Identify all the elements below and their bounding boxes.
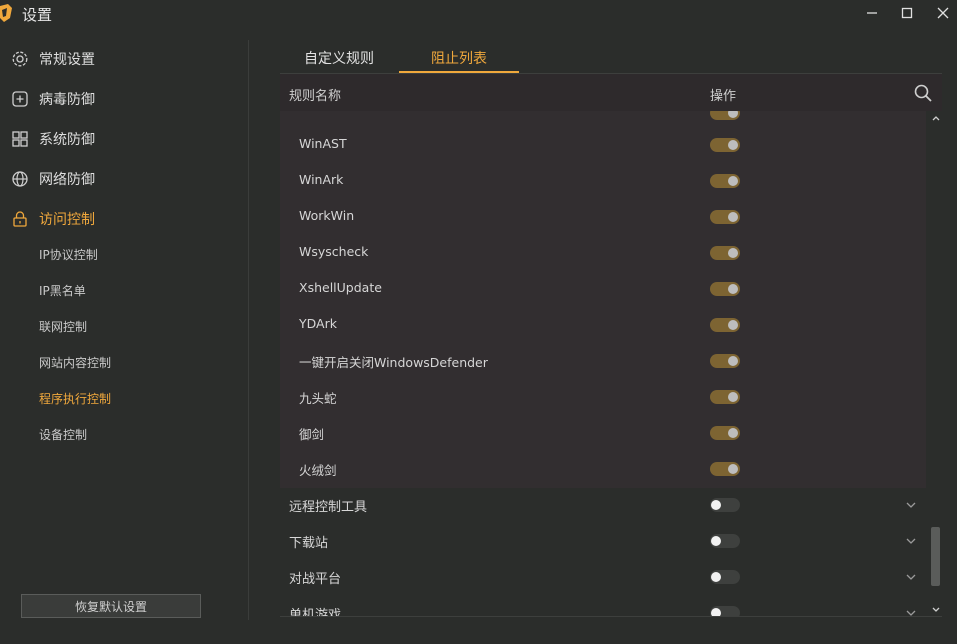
close-icon: [937, 7, 949, 19]
sidebar: 常规设置 病毒防御 系统防御 网络防御 访问控制 IP协议控制 IP黑名单 联网…: [0, 38, 248, 644]
category-toggle[interactable]: [710, 570, 740, 584]
sidebar-item-label: 网络防御: [39, 172, 95, 188]
rule-toggle[interactable]: [710, 111, 740, 120]
rule-toggle[interactable]: [710, 426, 740, 440]
sidebar-item-label: 系统防御: [39, 132, 95, 148]
table-row: 一键开启关闭WindowsDefender: [280, 343, 926, 379]
category-name: 下载站: [289, 536, 329, 551]
maximize-icon: [901, 7, 913, 19]
rule-toggle[interactable]: [710, 462, 740, 476]
column-header-action: 操作: [710, 89, 737, 104]
category-toggle[interactable]: [710, 498, 740, 512]
plus-box-icon: [10, 89, 30, 109]
rule-name: 九头蛇: [299, 391, 337, 406]
title-bar: 设置: [0, 0, 957, 30]
rule-toggle[interactable]: [710, 246, 740, 260]
rule-toggle[interactable]: [710, 138, 740, 152]
rule-name: WorkWin: [299, 208, 355, 223]
list-bottom-border: [280, 616, 942, 617]
active-tab-indicator: [399, 71, 519, 73]
sidebar-item-general[interactable]: 常规设置: [10, 48, 230, 70]
column-header-rule-name: 规则名称: [289, 89, 342, 104]
tab-custom-rules[interactable]: 自定义规则: [304, 48, 374, 68]
scroll-up-icon[interactable]: [930, 112, 942, 124]
rule-name: WinArk: [299, 172, 344, 187]
rule-name: YDArk: [299, 316, 337, 331]
category-row[interactable]: 远程控制工具: [280, 487, 926, 523]
sidebar-item-network-defense[interactable]: 网络防御: [10, 168, 230, 190]
category-name: 远程控制工具: [289, 500, 368, 515]
table-row: XshellUpdate: [280, 271, 926, 307]
category-row[interactable]: 下载站: [280, 523, 926, 559]
category-row[interactable]: 对战平台: [280, 559, 926, 595]
sidebar-subitem-website-content[interactable]: 网站内容控制: [39, 354, 111, 372]
rule-name: 一键开启关闭WindowsDefender: [299, 355, 488, 370]
rule-name: 火绒剑: [299, 463, 337, 478]
close-button[interactable]: [931, 3, 955, 23]
table-row: WorkWin: [280, 199, 926, 235]
gear-icon: [10, 49, 30, 69]
rule-toggle[interactable]: [710, 210, 740, 224]
table-row: YDArk: [280, 307, 926, 343]
minimize-icon: [867, 12, 877, 14]
sidebar-subitem-program-execution[interactable]: 程序执行控制: [39, 390, 111, 408]
sidebar-item-system-defense[interactable]: 系统防御: [10, 128, 230, 150]
chevron-down-icon[interactable]: [905, 571, 917, 583]
table-row: 火绒剑: [280, 451, 926, 487]
tab-block-list[interactable]: 阻止列表: [431, 48, 487, 68]
scroll-down-icon[interactable]: [930, 604, 942, 616]
category-name: 单机游戏: [289, 608, 342, 616]
rule-name: WinAST: [299, 136, 347, 151]
window-title: 设置: [22, 6, 53, 24]
sidebar-item-access-control[interactable]: 访问控制: [10, 208, 230, 230]
maximize-button[interactable]: [895, 3, 919, 23]
chevron-down-icon[interactable]: [905, 499, 917, 511]
sidebar-item-label: 病毒防御: [39, 92, 95, 108]
sidebar-subitem-ip-blacklist[interactable]: IP黑名单: [39, 282, 86, 300]
category-row[interactable]: 单机游戏: [280, 595, 926, 616]
rule-toggle[interactable]: [710, 282, 740, 296]
sidebar-item-virus-defense[interactable]: 病毒防御: [10, 88, 230, 110]
grid-icon: [10, 129, 30, 149]
sidebar-item-label: 访问控制: [39, 212, 95, 228]
reset-defaults-button[interactable]: 恢复默认设置: [21, 594, 201, 618]
scrollbar-thumb[interactable]: [931, 527, 940, 586]
rule-toggle[interactable]: [710, 174, 740, 188]
rule-toggle[interactable]: [710, 390, 740, 404]
sidebar-item-label: 常规设置: [39, 52, 95, 68]
chevron-down-icon[interactable]: [905, 535, 917, 547]
globe-icon: [10, 169, 30, 189]
category-name: 对战平台: [289, 572, 342, 587]
sidebar-subitem-network-control[interactable]: 联网控制: [39, 318, 87, 336]
rule-name: 御剑: [299, 427, 325, 442]
rule-toggle[interactable]: [710, 318, 740, 332]
rule-list: WinAST WinArk WorkWin Wsyscheck XshellUp…: [280, 111, 926, 488]
table-row: Wsyscheck: [280, 235, 926, 271]
rule-name: XshellUpdate: [299, 280, 382, 295]
sidebar-divider: [248, 40, 249, 620]
table-row: WinAST: [280, 127, 926, 163]
chevron-down-icon[interactable]: [905, 607, 917, 616]
rule-toggle[interactable]: [710, 354, 740, 368]
sidebar-subitem-ip-protocol[interactable]: IP协议控制: [39, 246, 98, 264]
table-row: 九头蛇: [280, 379, 926, 415]
table-row: WinArk: [280, 163, 926, 199]
category-toggle[interactable]: [710, 534, 740, 548]
search-icon[interactable]: [913, 83, 933, 103]
table-row: 御剑: [280, 415, 926, 451]
table-header: 规则名称 操作: [280, 74, 942, 111]
lock-icon: [10, 209, 30, 229]
minimize-button[interactable]: [860, 3, 884, 23]
sidebar-subitem-device-control[interactable]: 设备控制: [39, 426, 87, 444]
category-toggle[interactable]: [710, 606, 740, 616]
app-logo: [0, 4, 12, 22]
rule-name: Wsyscheck: [299, 244, 369, 259]
